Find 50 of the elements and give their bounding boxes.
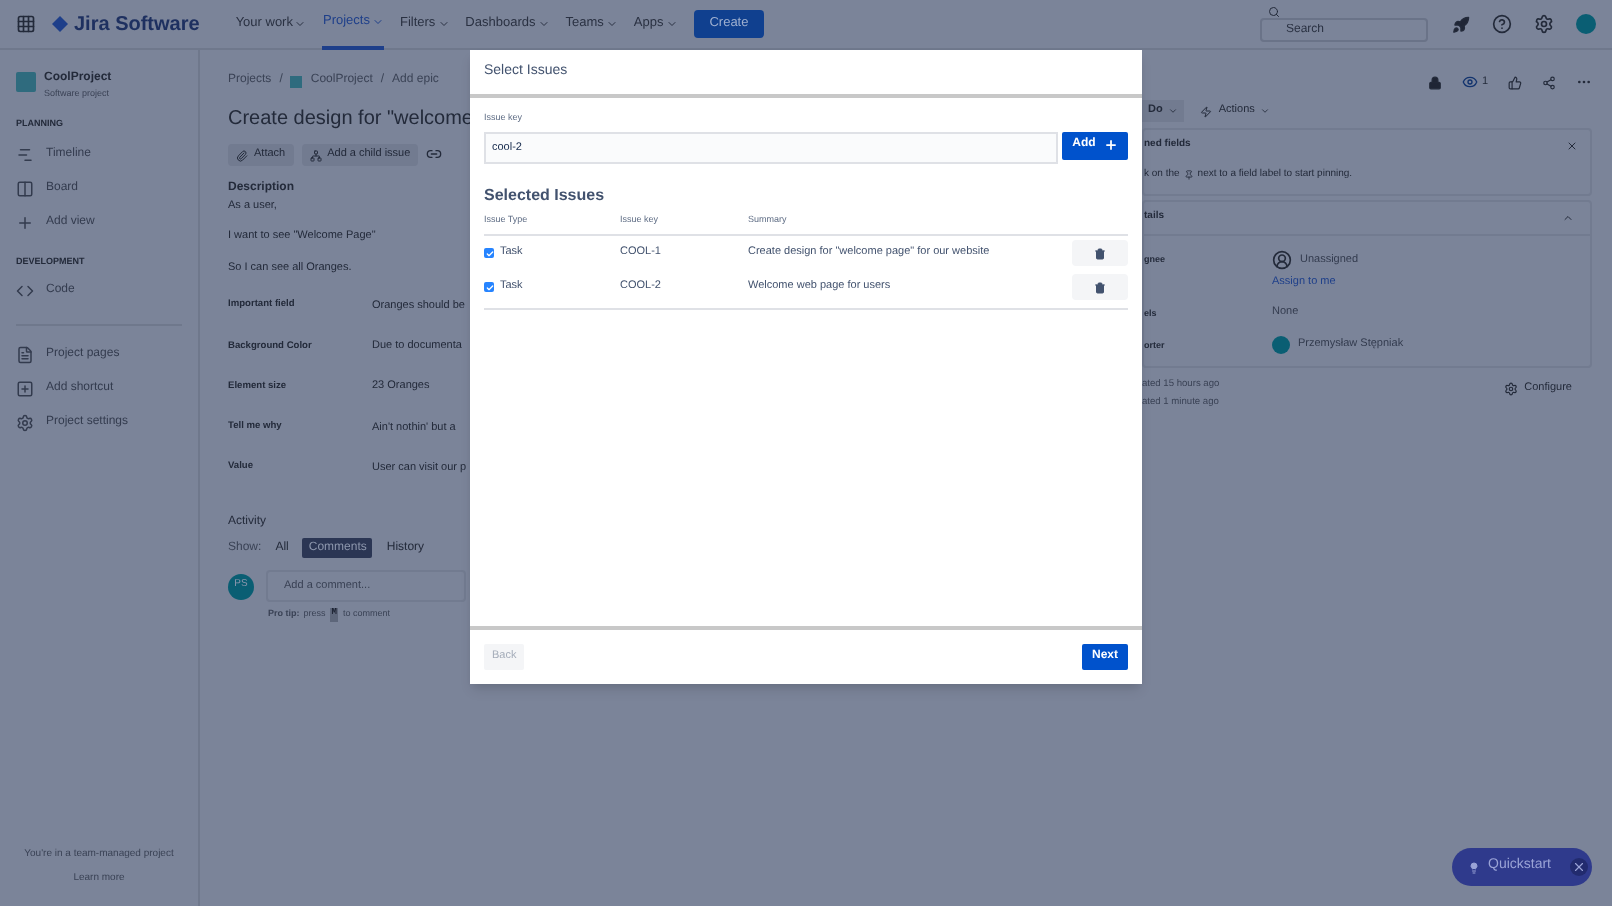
chevron-down-icon: [665, 18, 678, 30]
chevron-down-icon: [437, 18, 450, 30]
close-icon[interactable]: [1569, 858, 1588, 876]
link-icon[interactable]: [426, 146, 443, 162]
check-icon: [485, 283, 493, 291]
row-checkbox[interactable]: [484, 248, 494, 258]
paperclip-icon: [236, 149, 248, 161]
board-icon: [16, 179, 34, 197]
watch-icon[interactable]: [1461, 74, 1478, 90]
issue-title: Create design for "welcome: [228, 106, 470, 134]
lightning-icon: [1200, 105, 1213, 117]
project-icon: [16, 72, 36, 92]
row-checkbox[interactable]: [484, 282, 494, 292]
timeline-icon: [16, 145, 34, 163]
lock-icon[interactable]: [1427, 75, 1442, 89]
notification-icon[interactable]: [1452, 15, 1470, 33]
user-icon: [1272, 250, 1292, 270]
section-title: Selected Issues: [484, 183, 607, 208]
plus-icon: [1103, 138, 1118, 153]
delete-button[interactable]: [1072, 240, 1128, 266]
hierarchy-icon: [309, 149, 322, 161]
settings-icon: [16, 414, 34, 433]
chevron-down-icon: [1168, 106, 1179, 116]
user-avatar: [1272, 336, 1290, 354]
chevron-down-icon: [294, 18, 307, 30]
search-icon: [1268, 6, 1280, 18]
like-icon[interactable]: [1508, 75, 1522, 89]
lightbulb-icon: [1468, 861, 1480, 873]
code-icon: [16, 282, 34, 301]
logo-icon: [52, 16, 68, 32]
check-icon: [485, 249, 493, 257]
shortcut-icon: [16, 380, 34, 399]
product-logo[interactable]: Jira Software: [74, 9, 200, 39]
pages-icon: [16, 346, 34, 365]
chevron-down-icon: [605, 18, 618, 30]
add-icon: [16, 213, 34, 231]
close-icon[interactable]: [1566, 139, 1578, 152]
help-icon[interactable]: [1492, 14, 1512, 34]
chevron-down-icon: [537, 18, 550, 30]
trash-icon: [1094, 281, 1106, 293]
pin-icon: [1183, 169, 1194, 180]
settings-icon[interactable]: [1534, 14, 1554, 34]
chevron-down-icon: [1260, 106, 1271, 116]
share-icon[interactable]: [1542, 75, 1556, 89]
chevron-down-icon: [371, 16, 384, 28]
delete-button[interactable]: [1072, 274, 1128, 300]
project-icon: [290, 75, 303, 87]
app-switcher-icon[interactable]: [16, 14, 36, 34]
trash-icon: [1094, 247, 1106, 259]
gear-icon: [1504, 381, 1519, 395]
